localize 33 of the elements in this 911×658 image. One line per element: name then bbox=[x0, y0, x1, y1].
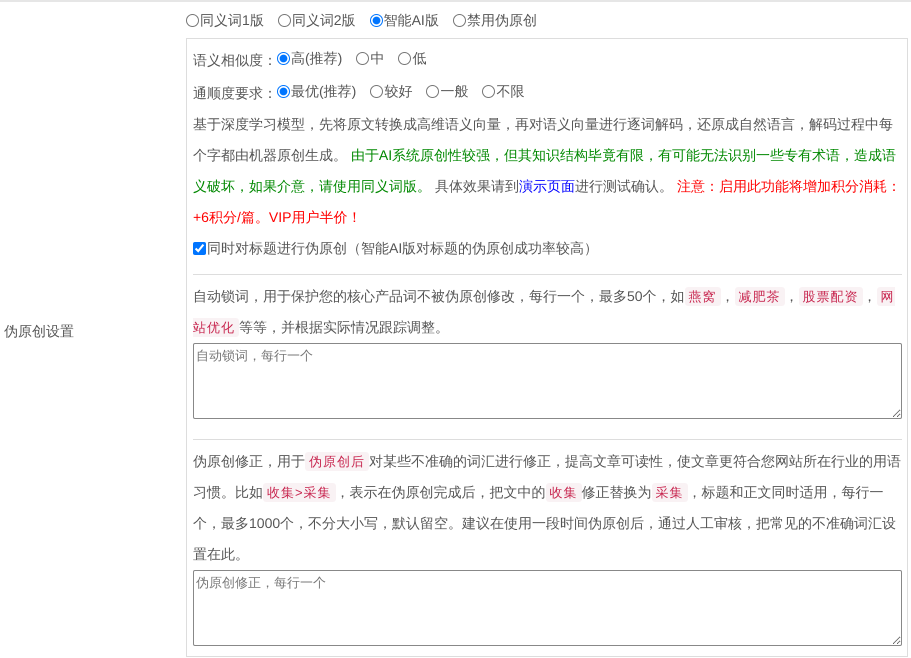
radio-button[interactable] bbox=[277, 52, 290, 65]
option-label[interactable]: 禁用伪原创 bbox=[466, 10, 537, 31]
radio-button[interactable] bbox=[398, 52, 412, 65]
option-label[interactable]: 高(推荐) bbox=[291, 43, 342, 74]
radio-button[interactable] bbox=[426, 85, 440, 98]
option-label[interactable]: 中 bbox=[370, 43, 384, 74]
radio-button[interactable] bbox=[356, 52, 370, 65]
demo-page-link[interactable]: 演示页面 bbox=[518, 178, 575, 194]
option-label[interactable]: 低 bbox=[412, 43, 426, 74]
option-label[interactable]: 不限 bbox=[496, 76, 524, 107]
radio-button[interactable] bbox=[452, 14, 466, 27]
radio-button[interactable] bbox=[370, 14, 383, 27]
lock-words-field[interactable]: 自动锁词，每行一个 bbox=[193, 343, 902, 419]
option-label: 语义相似度： bbox=[193, 52, 277, 68]
radio-button[interactable] bbox=[370, 85, 384, 98]
correction-description: 伪原创修正，用于 伪原创后 对某些不准确的词汇进行修正，提高文章可读性，使文章更符合您网站所在行业的用语习惯。比如 收集>采集 ，表示在伪原创完成后，把文中的 收集 修正替换为 采集 ，标题和正文同时适用，每行一个，最多1000个，不分大小写，默认留空。建议在使用一段时间伪原创后，通过人工审核，把常见的不准确词汇设置在此。 bbox=[193, 451, 902, 564]
correction-field[interactable]: 伪原创修正，每行一个 bbox=[193, 570, 902, 646]
option-label[interactable]: 智能AI版 bbox=[384, 10, 439, 31]
option-label[interactable]: 最优(推荐) bbox=[291, 76, 356, 107]
radio-button[interactable] bbox=[277, 85, 290, 98]
option-label: 通顺度要求： bbox=[193, 85, 277, 101]
checkbox-label[interactable]: 同时对标题进行伪原创（智能AI版对标题的伪原创成功率较高） bbox=[207, 233, 598, 264]
option-label[interactable]: 一般 bbox=[440, 76, 468, 107]
option-label[interactable]: 较好 bbox=[384, 76, 412, 107]
radio-button[interactable] bbox=[278, 14, 291, 27]
lock-words-description: 自动锁词，用于保护您的核心产品词不被伪原创修改，每行一个，最多50个，如 燕窝 ， 减肥茶 ， 股票配资 ， 网站优化 等等，并根据实际情况跟踪调整。 bbox=[193, 286, 896, 339]
radio-button[interactable] bbox=[186, 14, 199, 27]
settings-label: 伪原创设置 bbox=[4, 322, 74, 340]
option-label[interactable]: 同义词1版 bbox=[200, 10, 264, 31]
radio-button[interactable] bbox=[482, 85, 496, 98]
title-checkbox[interactable] bbox=[193, 242, 206, 255]
ai-description: 基于深度学习模型，先将原文转换成高维语义向量，再对语义向量进行逐词解码，还原成自然语言，解码过程中每个字都由机器原创生成。 由于AI系统原创性较强，但其知识结构毕竟有限，有可能无法识别一些专有术语，造成语义破坏，如果介意，请使用同义词版。 具体效果请到演示页面进行测试确认。 注意：启用此功能将增加积分消耗：+6积分/篇。VIP用户半价！ bbox=[193, 115, 902, 227]
option-label[interactable]: 同义词2版 bbox=[292, 10, 356, 31]
